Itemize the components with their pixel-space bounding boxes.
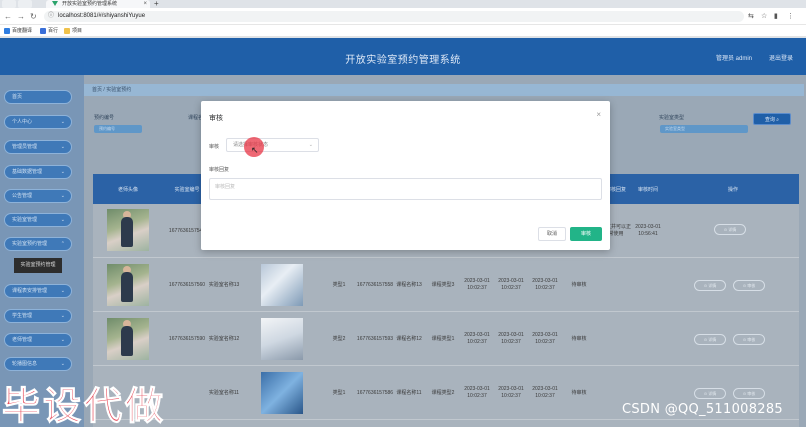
address-bar: ← → ↻ ⓘ localhost:8081/#/shiyanshiYuyue … — [0, 8, 806, 25]
cursor-icon: ↖ — [251, 145, 259, 155]
reply-textarea[interactable]: 审核回复 — [209, 178, 602, 200]
tab-title: 开放实验室预约管理系统 — [62, 1, 118, 7]
menu-icon[interactable]: ⋮ — [787, 12, 794, 20]
status-label: 审核 — [209, 144, 220, 150]
translate-icon[interactable]: ⇆ — [748, 12, 754, 20]
credit-text: CSDN @QQ_511008285 — [622, 402, 783, 417]
bookmark-item[interactable]: 百行 — [40, 25, 58, 37]
reply-label: 审核回复 — [209, 167, 230, 173]
folder-icon — [64, 28, 70, 34]
info-icon: ⓘ — [48, 13, 55, 19]
chevron-down-icon: ⌄ — [308, 142, 313, 148]
bookmark-item[interactable]: 项目 — [64, 25, 82, 37]
bookmark-icon — [40, 28, 46, 34]
bookmarks-bar: 百度翻译 百行 项目 — [0, 25, 806, 37]
watermark-text: 毕设代做 — [1, 384, 167, 427]
reload-icon[interactable]: ↻ — [30, 12, 37, 21]
close-icon[interactable]: × — [596, 110, 601, 119]
forward-icon[interactable]: → — [17, 12, 25, 21]
url-input[interactable]: ⓘ localhost:8081/#/shiyanshiYuyue — [44, 11, 744, 22]
bookmark-icon — [4, 28, 10, 34]
window-button[interactable] — [18, 0, 32, 8]
extensions-icon[interactable]: ▮ — [774, 12, 778, 20]
browser-tab[interactable]: 开放实验室预约管理系统 × — [46, 0, 150, 8]
cancel-button[interactable]: 取消 — [538, 227, 566, 241]
vue-logo-icon — [52, 1, 58, 6]
submit-audit-button[interactable]: 审核 — [570, 227, 602, 241]
close-icon[interactable]: × — [143, 0, 147, 8]
star-icon[interactable]: ☆ — [761, 12, 767, 20]
dialog-title: 审核 — [209, 115, 223, 122]
window-button[interactable] — [2, 0, 16, 8]
bookmark-item[interactable]: 百度翻译 — [4, 25, 32, 37]
url-text: localhost:8081/#/shiyanshiYuyue — [58, 13, 146, 19]
status-select[interactable]: 请选择审核状态 ⌄ — [226, 138, 319, 152]
new-tab-icon[interactable]: + — [154, 0, 159, 8]
browser-tab-bar: 开放实验室预约管理系统 × + — [0, 0, 806, 8]
back-icon[interactable]: ← — [4, 12, 12, 21]
